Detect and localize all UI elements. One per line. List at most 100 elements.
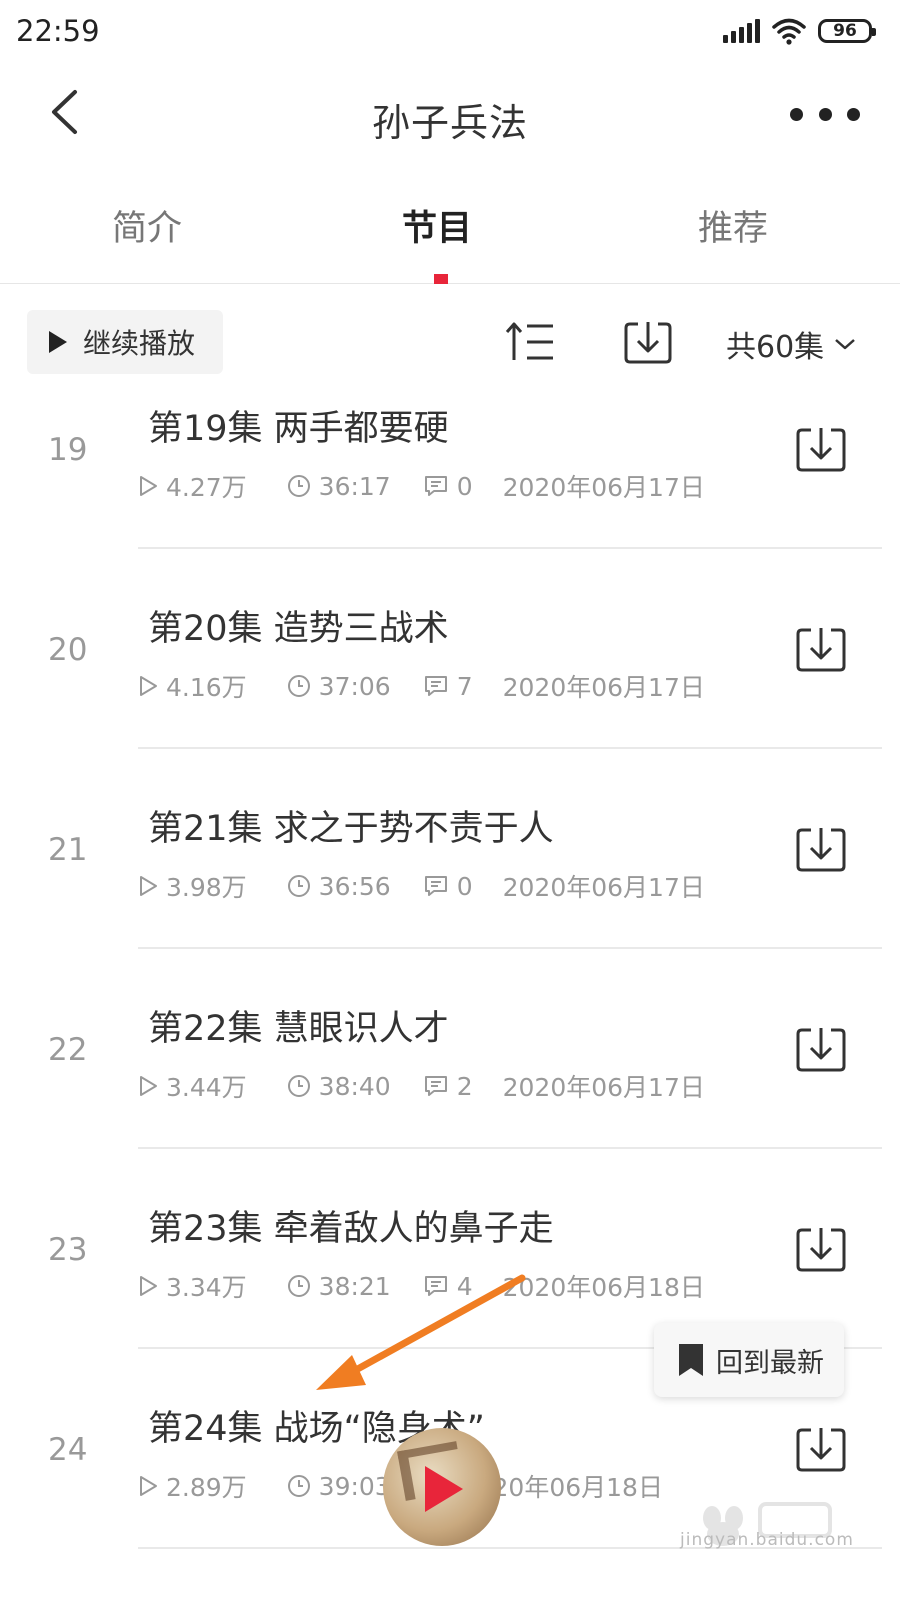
row-divider xyxy=(138,747,882,749)
episode-row[interactable]: 19 第19集 两手都要硬 4.27万 36:17 0 2020年06月17日 xyxy=(0,378,900,578)
status-time: 22:59 xyxy=(16,14,100,48)
episode-meta: 4.16万 37:06 7 2020年06月17日 xyxy=(138,670,705,702)
clock-icon xyxy=(287,1075,310,1097)
toolbar: 继续播放 共60集 xyxy=(0,306,900,378)
play-count-icon xyxy=(140,476,157,496)
publish-date: 2020年06月17日 xyxy=(502,1073,705,1102)
episode-count-dropdown[interactable]: 共60集 xyxy=(726,322,856,366)
download-button[interactable] xyxy=(796,1026,846,1074)
episode-title: 第20集 造势三战术 xyxy=(148,609,449,649)
episode-title: 第23集 牵着敌人的鼻子走 xyxy=(148,1209,554,1249)
mini-player-button[interactable] xyxy=(383,1428,501,1546)
continue-play-button[interactable]: 继续播放 xyxy=(27,310,223,374)
comment-count: 4 xyxy=(456,1271,473,1301)
more-icon xyxy=(790,107,803,121)
play-count: 3.98万 xyxy=(166,873,247,902)
duration: 36:56 xyxy=(318,871,391,901)
duration: 36:17 xyxy=(318,471,391,501)
play-count: 4.27万 xyxy=(166,473,247,502)
comment-count: 0 xyxy=(456,871,473,901)
download-icon xyxy=(796,628,846,672)
watermark-text: jingyan.baidu.com xyxy=(680,1530,854,1550)
download-button[interactable] xyxy=(796,1226,846,1274)
tab-bar: 简介 节目 推荐 xyxy=(0,180,900,284)
tab-recommend[interactable]: 推荐 xyxy=(698,200,768,251)
tab-episodes[interactable]: 节目 xyxy=(402,200,472,251)
duration: 37:06 xyxy=(318,671,391,701)
play-count-icon xyxy=(140,1276,157,1296)
continue-play-label: 继续播放 xyxy=(83,327,196,360)
bookmark-icon xyxy=(679,1344,703,1376)
play-count-icon xyxy=(140,1476,157,1496)
download-button[interactable] xyxy=(796,1426,846,1474)
row-divider xyxy=(138,1147,882,1149)
download-icon xyxy=(796,828,846,872)
episode-meta: 3.98万 36:56 0 2020年06月17日 xyxy=(138,870,705,902)
publish-date: 2020年06月17日 xyxy=(502,473,705,502)
comment-icon xyxy=(424,676,447,696)
duration: 38:40 xyxy=(318,1071,391,1101)
episode-number: 23 xyxy=(48,1232,88,1268)
download-icon xyxy=(796,428,846,472)
back-to-latest-button[interactable]: 回到最新 xyxy=(654,1323,844,1397)
episode-count-label: 共60集 xyxy=(726,330,825,365)
download-all-button[interactable] xyxy=(624,320,672,366)
publish-date: 2020年06月18日 xyxy=(502,1273,705,1302)
episode-title: 第22集 慧眼识人才 xyxy=(148,1009,449,1049)
play-count: 3.34万 xyxy=(166,1273,247,1302)
clock-icon xyxy=(287,875,310,897)
comment-count: 0 xyxy=(456,471,473,501)
play-count: 2.89万 xyxy=(166,1473,247,1502)
wifi-icon xyxy=(772,18,806,45)
episode-number: 19 xyxy=(48,432,88,468)
episode-meta: 3.34万 38:21 4 2020年06月18日 xyxy=(138,1270,705,1302)
download-button[interactable] xyxy=(796,626,846,674)
download-icon xyxy=(624,322,672,364)
signal-icon xyxy=(723,19,760,43)
download-icon xyxy=(796,1228,846,1272)
more-button[interactable] xyxy=(790,94,860,134)
comment-icon xyxy=(424,1276,447,1296)
comment-icon xyxy=(424,876,447,896)
episode-number: 22 xyxy=(48,1032,88,1068)
comment-icon xyxy=(424,1076,447,1096)
play-icon xyxy=(425,1466,463,1512)
episode-title: 第19集 两手都要硬 xyxy=(148,409,449,449)
comment-count: 7 xyxy=(456,671,473,701)
episode-number: 24 xyxy=(48,1432,88,1468)
chevron-down-icon xyxy=(835,339,856,350)
episode-row[interactable]: 22 第22集 慧眼识人才 3.44万 38:40 2 2020年06月17日 xyxy=(0,978,900,1178)
sort-button[interactable] xyxy=(505,320,555,364)
play-icon xyxy=(49,331,67,353)
comment-count: 2 xyxy=(456,1071,473,1101)
episode-meta: 3.44万 38:40 2 2020年06月17日 xyxy=(138,1070,705,1102)
tab-intro[interactable]: 简介 xyxy=(112,200,182,251)
download-icon xyxy=(796,1428,846,1472)
episode-number: 20 xyxy=(48,632,88,668)
download-button[interactable] xyxy=(796,826,846,874)
download-icon xyxy=(796,1028,846,1072)
clock-icon xyxy=(287,1475,310,1497)
status-icons: 96 xyxy=(723,16,876,46)
status-bar: 22:59 96 xyxy=(0,0,900,64)
row-divider xyxy=(138,547,882,549)
battery-level: 96 xyxy=(833,21,857,41)
play-count: 4.16万 xyxy=(166,673,247,702)
download-button[interactable] xyxy=(796,426,846,474)
publish-date: 2020年06月17日 xyxy=(502,673,705,702)
header: 孙子兵法 xyxy=(0,64,900,164)
back-to-latest-label: 回到最新 xyxy=(716,1347,824,1379)
episode-row[interactable]: 20 第20集 造势三战术 4.16万 37:06 7 2020年06月17日 xyxy=(0,578,900,778)
episode-list: 19 第19集 两手都要硬 4.27万 36:17 0 2020年06月17日 … xyxy=(0,378,900,1600)
page-title: 孙子兵法 xyxy=(371,101,528,145)
clock-icon xyxy=(287,675,310,697)
play-count-icon xyxy=(140,1076,157,1096)
battery-icon: 96 xyxy=(818,19,876,43)
clock-icon xyxy=(287,1275,310,1297)
duration: 38:21 xyxy=(318,1271,391,1301)
episode-row[interactable]: 21 第21集 求之于势不责于人 3.98万 36:56 0 2020年06月1… xyxy=(0,778,900,978)
publish-date: 2020年06月17日 xyxy=(502,873,705,902)
tab-indicator xyxy=(434,274,448,284)
comment-icon xyxy=(424,476,447,496)
episode-meta: 4.27万 36:17 0 2020年06月17日 xyxy=(138,470,705,502)
